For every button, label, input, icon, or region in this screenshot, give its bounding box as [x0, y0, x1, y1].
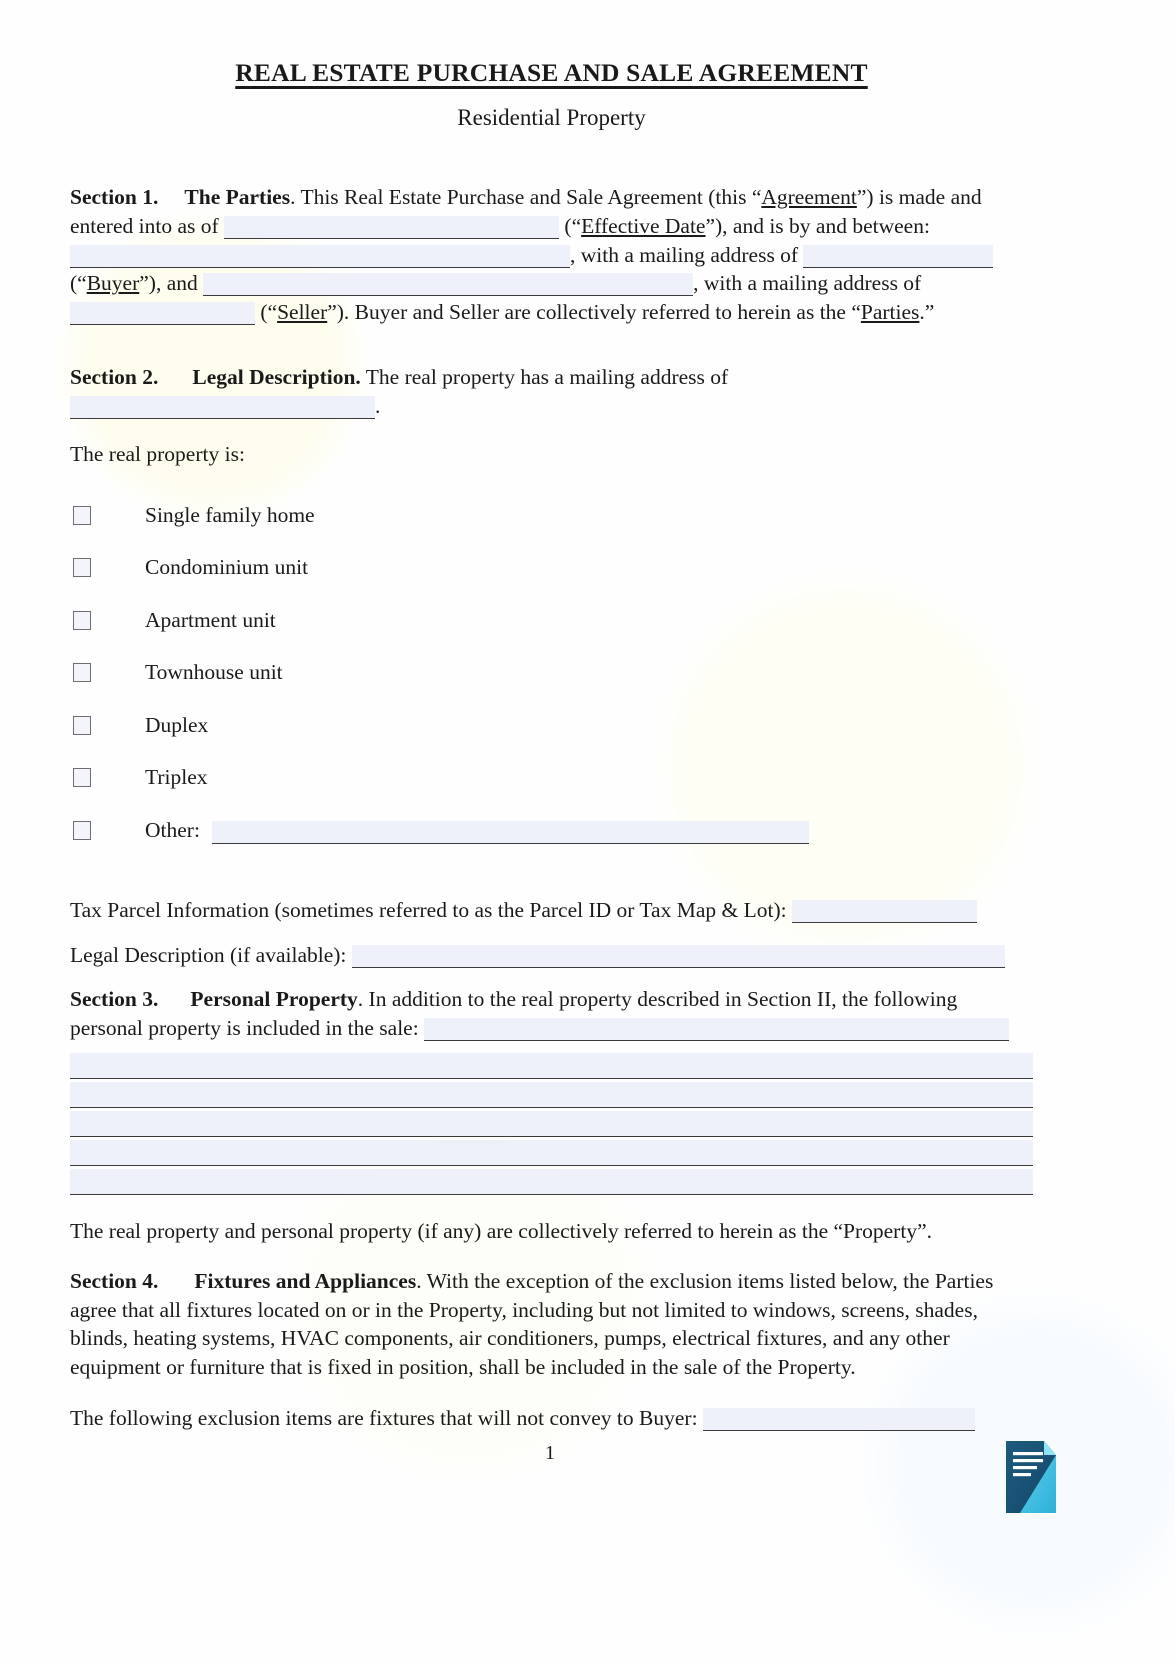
seller-address-field[interactable]	[70, 302, 255, 326]
page-number: 1	[545, 1442, 555, 1464]
document-title: REAL ESTATE PURCHASE AND SALE AGREEMENT	[235, 58, 868, 87]
checkbox-row-condominium-unit[interactable]: Condominium unit	[70, 541, 1033, 594]
checkbox-label-townhouse-unit: Townhouse unit	[145, 660, 283, 685]
checkbox-triplex[interactable]	[73, 768, 91, 788]
section-2-heading: Legal Description.	[192, 364, 361, 389]
section-3-heading: Personal Property	[190, 987, 358, 1012]
exclusion-items-label: The following exclusion items are fixtur…	[70, 1405, 698, 1430]
section-3-number: Section 3.	[70, 987, 159, 1012]
checkbox-row-triplex[interactable]: Triplex	[70, 751, 1033, 804]
section-4-number: Section 4.	[70, 1269, 159, 1294]
personal-property-blank-line-4[interactable]	[70, 1139, 1033, 1166]
section-3-paragraph: Section 3. Personal Property. In addition…	[70, 985, 1033, 1042]
personal-property-blank-line-3[interactable]	[70, 1110, 1033, 1137]
legal-description-line: Legal Description (if available):	[70, 941, 1033, 970]
personal-property-blank-line-1[interactable]	[70, 1052, 1033, 1079]
section-2-number: Section 2.	[70, 364, 159, 389]
section-1-text-g: ”), and	[139, 271, 198, 296]
term-parties: Parties	[860, 300, 920, 325]
checkbox-single-family-home[interactable]	[73, 505, 91, 525]
personal-property-field[interactable]	[424, 1018, 1010, 1042]
checkbox-row-duplex[interactable]: Duplex	[70, 699, 1033, 752]
checkbox-row-townhouse-unit[interactable]: Townhouse unit	[70, 646, 1033, 699]
exclusion-items-field[interactable]	[702, 1407, 975, 1431]
checkbox-label-condominium-unit: Condominium unit	[145, 555, 309, 580]
property-definition-paragraph: The real property and personal property …	[70, 1218, 932, 1243]
personal-property-blank-lines	[70, 1049, 1033, 1195]
other-property-type-field[interactable]	[211, 820, 809, 844]
section-1-text-c: (“	[564, 213, 582, 238]
section-1-text-e: , with a mailing address of	[570, 242, 799, 267]
section-4-paragraph: Section 4. Fixtures and Appliances. With …	[70, 1267, 1033, 1381]
section-2-text-a: The real property has a mailing address …	[360, 364, 729, 389]
checkbox-label-single-family-home: Single family home	[145, 502, 315, 527]
tax-parcel-line: Tax Parcel Information (sometimes referr…	[70, 896, 1033, 925]
checkbox-label-duplex: Duplex	[145, 712, 209, 737]
checkbox-apartment-unit[interactable]	[73, 610, 91, 630]
effective-date-field[interactable]	[224, 215, 560, 239]
section-1-paragraph: Section 1. The Parties. This Real Estate …	[70, 183, 1033, 327]
term-effective-date: Effective Date	[581, 213, 706, 238]
tax-parcel-label: Tax Parcel Information (sometimes referr…	[70, 898, 787, 923]
tax-parcel-field[interactable]	[791, 900, 977, 924]
document-subtitle: Residential Property	[457, 105, 646, 130]
checkbox-label-apartment-unit: Apartment unit	[145, 607, 276, 632]
exclusion-items-line: The following exclusion items are fixtur…	[70, 1404, 1033, 1433]
section-1-heading: The Parties	[184, 185, 291, 209]
seller-name-field[interactable]	[203, 273, 694, 297]
legal-description-label: Legal Description (if available):	[70, 942, 347, 967]
checkbox-row-other[interactable]: Other:	[70, 804, 1033, 857]
checkbox-duplex[interactable]	[73, 715, 91, 735]
document-logo-icon	[1000, 1439, 1062, 1515]
section-2-period: .	[375, 393, 381, 418]
section-4-heading: Fixtures and Appliances	[194, 1269, 417, 1294]
document-page: REAL ESTATE PURCHASE AND SALE AGREEMENT …	[0, 0, 1175, 1664]
section-1-text-i: (“	[260, 300, 278, 325]
term-seller: Seller	[277, 300, 328, 325]
property-type-checkbox-list: Single family home Condominium unit Apar…	[70, 489, 1033, 857]
section-1-text-f: (“	[70, 271, 87, 296]
checkbox-label-other: Other:	[145, 817, 200, 842]
buyer-name-field[interactable]	[70, 244, 570, 268]
section-1-text-a: . This Real Estate Purchase and Sale Agr…	[290, 185, 762, 209]
checkbox-other[interactable]	[73, 820, 91, 840]
document-content: REAL ESTATE PURCHASE AND SALE AGREEMENT …	[70, 0, 1033, 1432]
checkbox-row-single-family-home[interactable]: Single family home	[70, 489, 1033, 542]
section-1-number: Section 1.	[70, 185, 159, 209]
buyer-address-field[interactable]	[803, 244, 994, 268]
section-2-paragraph: Section 2. Legal Description. The real pr…	[70, 363, 1033, 420]
term-buyer: Buyer	[86, 271, 140, 296]
section-1-text-j: ”). Buyer and Seller are collectively re…	[327, 300, 861, 325]
checkbox-townhouse-unit[interactable]	[73, 663, 91, 683]
checkbox-condominium-unit[interactable]	[73, 558, 91, 578]
personal-property-blank-line-5[interactable]	[70, 1168, 1033, 1195]
personal-property-blank-line-2[interactable]	[70, 1081, 1033, 1108]
term-agreement: Agreement	[761, 185, 857, 209]
legal-description-field[interactable]	[351, 944, 1005, 968]
checkbox-label-triplex: Triplex	[145, 765, 208, 790]
property-mailing-address-field[interactable]	[70, 395, 375, 419]
section-1-text-h: , with a mailing address of	[693, 271, 922, 296]
section-1-text-d: ”), and is by and between:	[705, 213, 930, 238]
section-1-text-k: .”	[919, 300, 935, 325]
checkbox-row-apartment-unit[interactable]: Apartment unit	[70, 594, 1033, 647]
property-type-label: The real property is:	[70, 442, 245, 467]
